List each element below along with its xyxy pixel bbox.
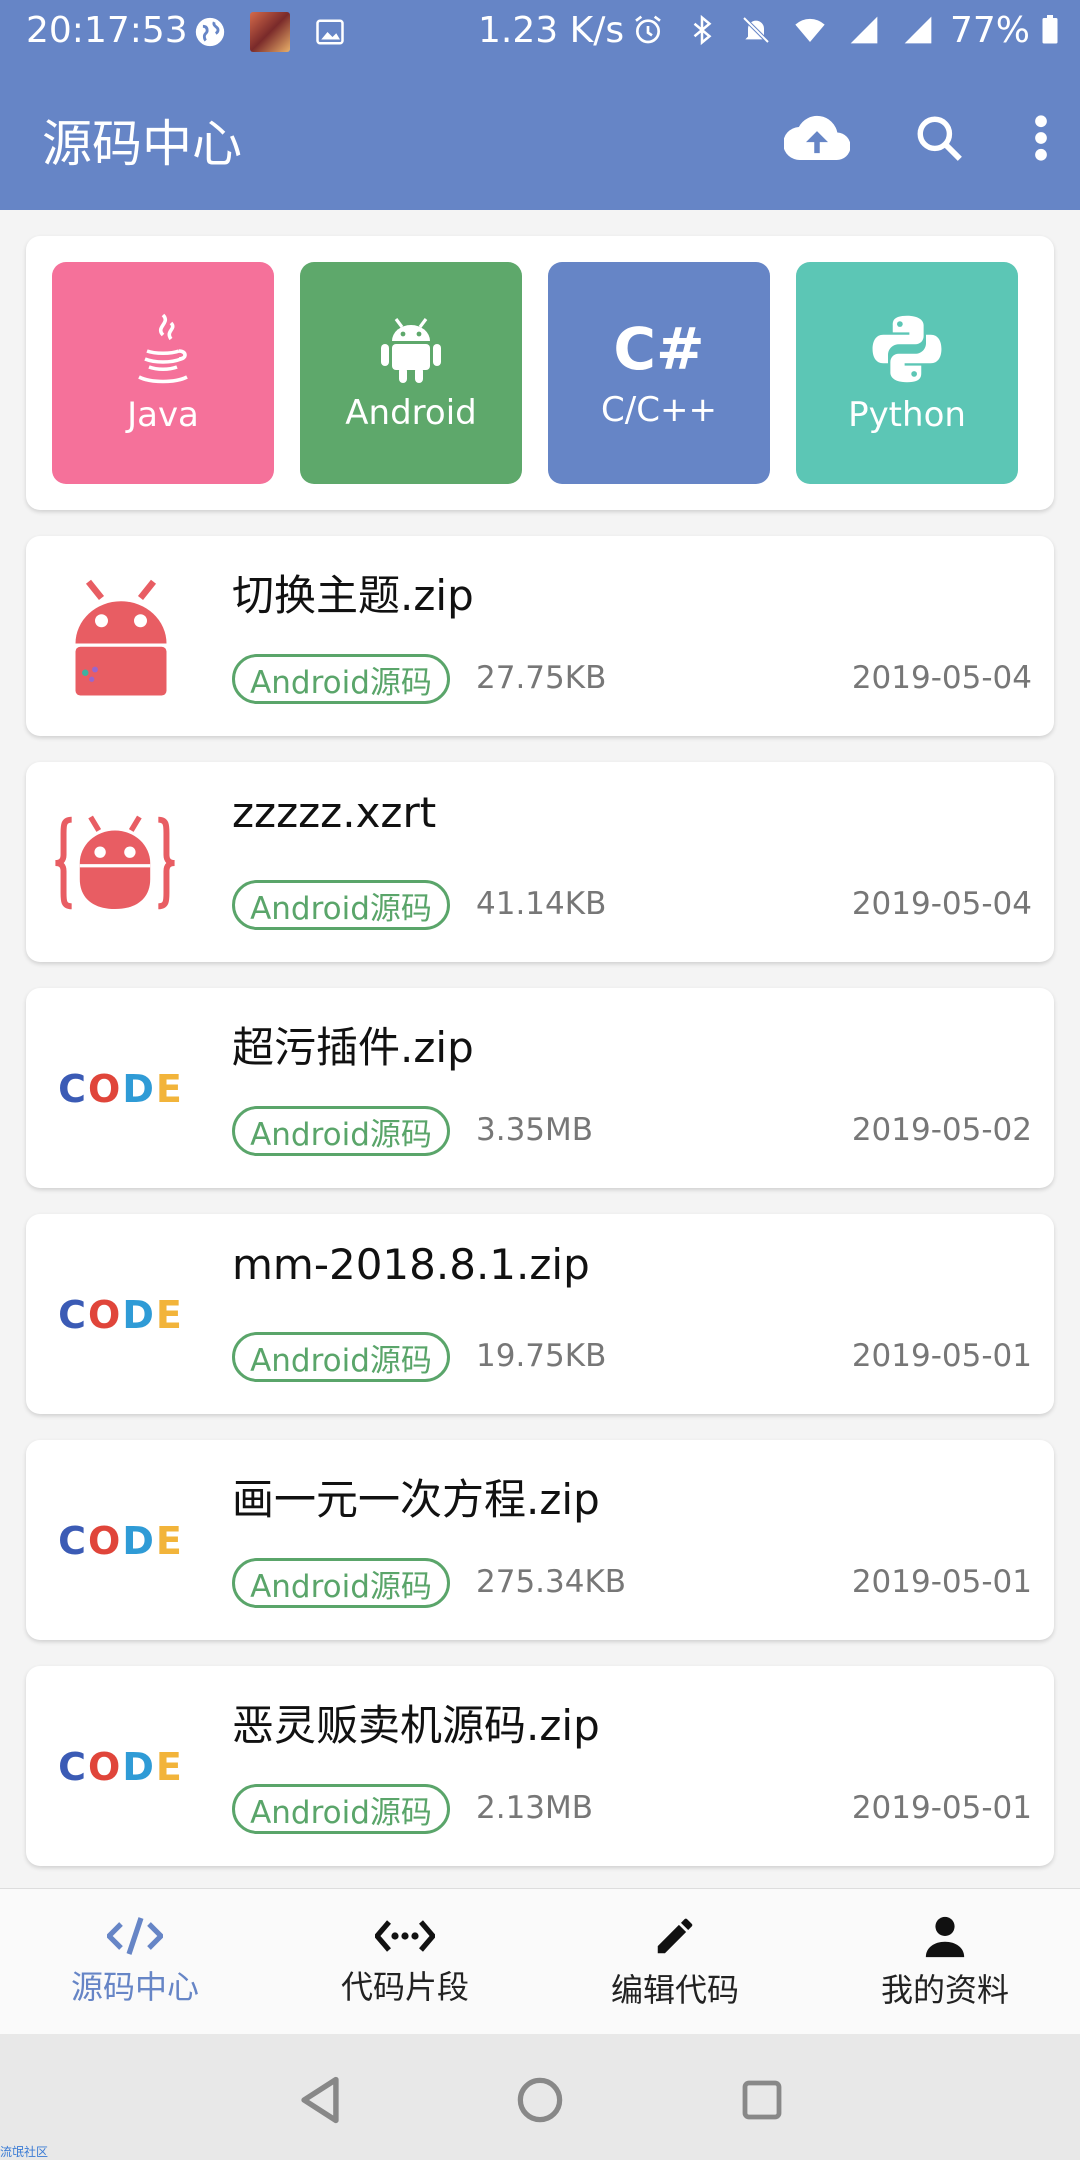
app-bar: 源码中心 [0, 64, 1080, 210]
nav-edit-code[interactable]: 编辑代码 [540, 1889, 810, 2035]
file-tag: Android源码 [232, 1784, 450, 1834]
nav-label: 源码中心 [70, 1968, 199, 2006]
file-date: 2019-05-01 [851, 1790, 1032, 1826]
file-date: 2019-05-02 [851, 1112, 1032, 1148]
java-icon [138, 313, 188, 384]
file-date: 2019-05-01 [851, 1338, 1032, 1374]
python-icon [872, 315, 942, 383]
code-dots-icon [375, 1920, 435, 1952]
file-date: 2019-05-04 [851, 886, 1032, 922]
nav-code-snippets[interactable]: 代码片段 [270, 1889, 540, 2035]
system-home-button[interactable] [510, 2070, 570, 2130]
cloud-upload-icon [784, 115, 850, 161]
nav-label: 代码片段 [340, 1968, 469, 2006]
code-logo-icon: CODE [58, 1519, 184, 1563]
nav-my-profile[interactable]: 我的资料 [810, 1889, 1080, 2035]
file-item[interactable]: CODE 恶灵贩卖机源码.zip Android源码 2.13MB 2019-0… [26, 1666, 1054, 1866]
file-name: mm-2018.8.1.zip [232, 1240, 590, 1289]
file-size: 3.35MB [476, 1112, 594, 1148]
image-icon [312, 14, 348, 50]
file-item[interactable]: zzzzz.xzrt Android源码 41.14KB 2019-05-04 [26, 762, 1054, 962]
bluetooth-icon [684, 12, 720, 48]
battery-level: 77% [950, 10, 1059, 51]
file-tag: Android源码 [232, 880, 450, 930]
file-name: 恶灵贩卖机源码.zip [232, 1701, 600, 1750]
signal-icon-2 [900, 12, 936, 48]
file-item[interactable]: CODE 画一元一次方程.zip Android源码 275.34KB 2019… [26, 1440, 1054, 1640]
pencil-icon [657, 1918, 693, 1954]
file-tag: Android源码 [232, 1558, 450, 1608]
search-button[interactable] [904, 108, 974, 168]
file-date: 2019-05-01 [851, 1564, 1032, 1600]
file-size: 41.14KB [476, 886, 607, 922]
category-label: Android [345, 393, 477, 433]
watermark: 流氓社区 [0, 2145, 49, 2159]
android-robot-icon [75, 579, 167, 696]
category-python[interactable]: Python [796, 262, 1018, 484]
file-name: zzzzz.xzrt [232, 788, 437, 837]
network-speed: 1.23 K/s [478, 10, 625, 51]
code-logo-icon: CODE [58, 1293, 184, 1337]
nav-label: 我的资料 [880, 1971, 1009, 2009]
search-icon [917, 116, 962, 161]
file-tag: Android源码 [232, 1106, 450, 1156]
file-size: 275.34KB [476, 1564, 627, 1600]
system-navigation-bar: 流氓社区 [0, 2034, 1080, 2160]
alarm-icon [630, 12, 666, 48]
globe-icon [192, 14, 228, 50]
file-size: 27.75KB [476, 660, 607, 696]
file-size: 2.13MB [476, 1790, 594, 1826]
status-bar: 20:17:53 1.23 K/s 77% [0, 0, 1080, 64]
file-thumbnail [56, 572, 186, 702]
file-thumbnail [50, 798, 180, 928]
category-label: Python [848, 395, 966, 435]
more-vert-icon [1035, 115, 1047, 161]
upload-button[interactable] [782, 108, 852, 168]
category-card: Java Android C# C/C++ Python [26, 236, 1054, 510]
nav-label: 编辑代码 [610, 1971, 739, 2009]
file-tag: Android源码 [232, 654, 450, 704]
more-options-button[interactable] [1026, 108, 1056, 168]
recents-square-icon [742, 2080, 782, 2120]
content-area[interactable]: Java Android C# C/C++ Python 切换主题.zip An… [0, 210, 1080, 1888]
file-date: 2019-05-04 [851, 660, 1032, 696]
notification-photo-icon [250, 12, 290, 52]
category-android[interactable]: Android [300, 262, 522, 484]
file-tag: Android源码 [232, 1332, 450, 1382]
file-item[interactable]: 切换主题.zip Android源码 27.75KB 2019-05-04 [26, 536, 1054, 736]
category-label: Java [127, 395, 199, 435]
system-recents-button[interactable] [732, 2070, 792, 2130]
android-braces-icon [55, 815, 175, 910]
mute-icon [738, 12, 774, 48]
file-name: 画一元一次方程.zip [232, 1475, 600, 1524]
bottom-navigation: 源码中心 代码片段 编辑代码 我的资料 [0, 1888, 1080, 2035]
code-icon [107, 1917, 163, 1955]
person-icon [925, 1916, 965, 1958]
category-java[interactable]: Java [52, 262, 274, 484]
nav-source-center[interactable]: 源码中心 [0, 1889, 270, 2035]
back-triangle-icon [301, 2076, 339, 2124]
wifi-icon [792, 12, 828, 48]
file-item[interactable]: CODE mm-2018.8.1.zip Android源码 19.75KB 2… [26, 1214, 1054, 1414]
code-logo-icon: CODE [58, 1745, 184, 1789]
system-back-button[interactable] [290, 2070, 350, 2130]
home-circle-icon [517, 2077, 563, 2123]
status-time: 20:17:53 [26, 10, 188, 51]
signal-icon [846, 12, 882, 48]
category-label: C/C++ [601, 390, 717, 430]
file-size: 19.75KB [476, 1338, 607, 1374]
file-name: 超污插件.zip [232, 1023, 474, 1072]
page-title: 源码中心 [42, 115, 242, 173]
code-logo-icon: CODE [58, 1067, 184, 1111]
file-name: 切换主题.zip [232, 571, 474, 620]
category-cpp[interactable]: C# C/C++ [548, 262, 770, 484]
file-item[interactable]: CODE 超污插件.zip Android源码 3.35MB 2019-05-0… [26, 988, 1054, 1188]
csharp-icon: C# [613, 315, 705, 383]
android-icon [381, 318, 441, 383]
